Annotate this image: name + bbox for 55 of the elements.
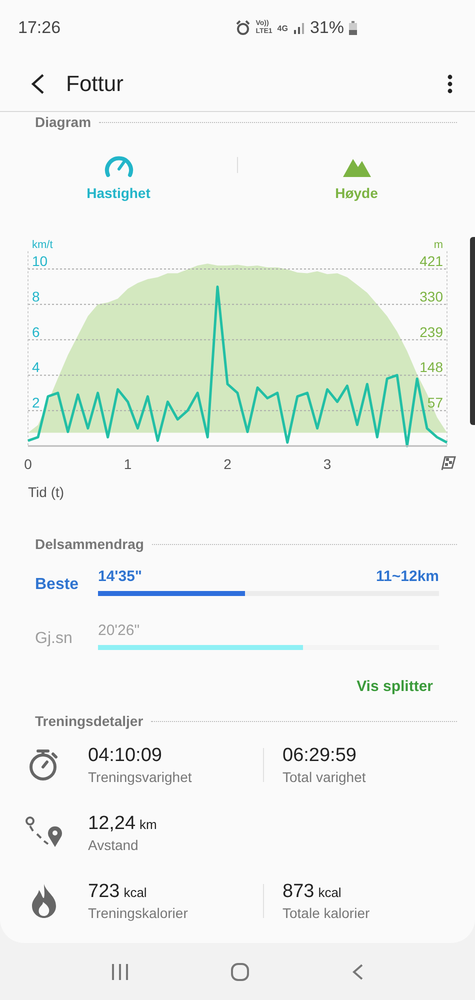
y-tick-label: 148 <box>420 359 443 376</box>
y-tick-label: 2 <box>32 394 40 411</box>
split-label: Gj.sn <box>35 629 74 648</box>
y-tick-label: 4 <box>32 359 40 376</box>
status-time: 17:26 <box>18 18 61 38</box>
battery-label: 31% <box>310 18 344 38</box>
stat-value: 873 <box>282 881 314 903</box>
y-tick-label: 10 <box>32 253 48 269</box>
stat-label: Totale kalorier <box>282 905 371 921</box>
screen-title: Fottur <box>66 70 124 96</box>
y-tick-label: 239 <box>420 324 443 340</box>
chart-toggle[interactable]: Høyde <box>238 153 475 201</box>
section-heading: Delsammendrag <box>35 536 144 552</box>
stat-value: 06:29:59 <box>282 745 356 767</box>
show-splits-link[interactable]: Vis splitter <box>356 678 433 695</box>
more-options-icon[interactable] <box>447 74 453 94</box>
y-tick-label: 57 <box>427 394 443 411</box>
x-tick-label: 0 <box>24 456 32 472</box>
stat-value: 04:10:09 <box>88 745 162 767</box>
split-distance: 11~12km <box>376 568 439 587</box>
finish-flag-icon <box>441 456 456 471</box>
stat-label: Avstand <box>88 837 140 853</box>
speedometer-icon <box>102 153 134 179</box>
axis-unit: km/t <box>32 239 53 251</box>
stat-label: Treningskalorier <box>88 905 189 921</box>
stat-unit: kcal <box>124 885 147 900</box>
x-tick-label: 2 <box>224 456 232 472</box>
back-icon[interactable] <box>30 72 46 94</box>
split-label: Beste <box>35 575 80 594</box>
stat-label: Total varighet <box>282 769 367 785</box>
axis-unit: m <box>434 239 443 251</box>
battery-icon <box>349 21 357 35</box>
data-label: 4G <box>277 24 288 32</box>
stat-value: 723 <box>88 881 120 903</box>
stat-unit: km <box>140 817 157 832</box>
stat-value: 12,24 <box>88 813 136 835</box>
signal-icon <box>292 22 305 34</box>
x-axis-label: Tid (t) <box>28 484 64 500</box>
stat-unit: kcal <box>318 885 342 900</box>
y-tick-label: 330 <box>420 288 443 304</box>
home-icon[interactable] <box>230 962 250 982</box>
section-heading: Treningsdetaljer <box>35 713 144 729</box>
recent-apps-icon[interactable] <box>110 962 130 980</box>
x-tick-label: 1 <box>124 456 132 472</box>
x-tick-label: 3 <box>323 456 332 472</box>
chart-toggle[interactable]: Hastighet <box>0 153 237 201</box>
y-tick-label: 8 <box>32 288 40 304</box>
section-heading: Diagram <box>35 114 92 130</box>
alarm-icon <box>234 20 251 36</box>
y-tick-label: 421 <box>420 253 443 269</box>
y-tick-label: 6 <box>32 324 40 340</box>
split-time: 20'26" <box>98 622 140 641</box>
stopwatch-icon <box>26 748 60 782</box>
stat-label: Treningsvarighet <box>88 769 193 785</box>
split-time: 14'35" <box>98 568 142 587</box>
